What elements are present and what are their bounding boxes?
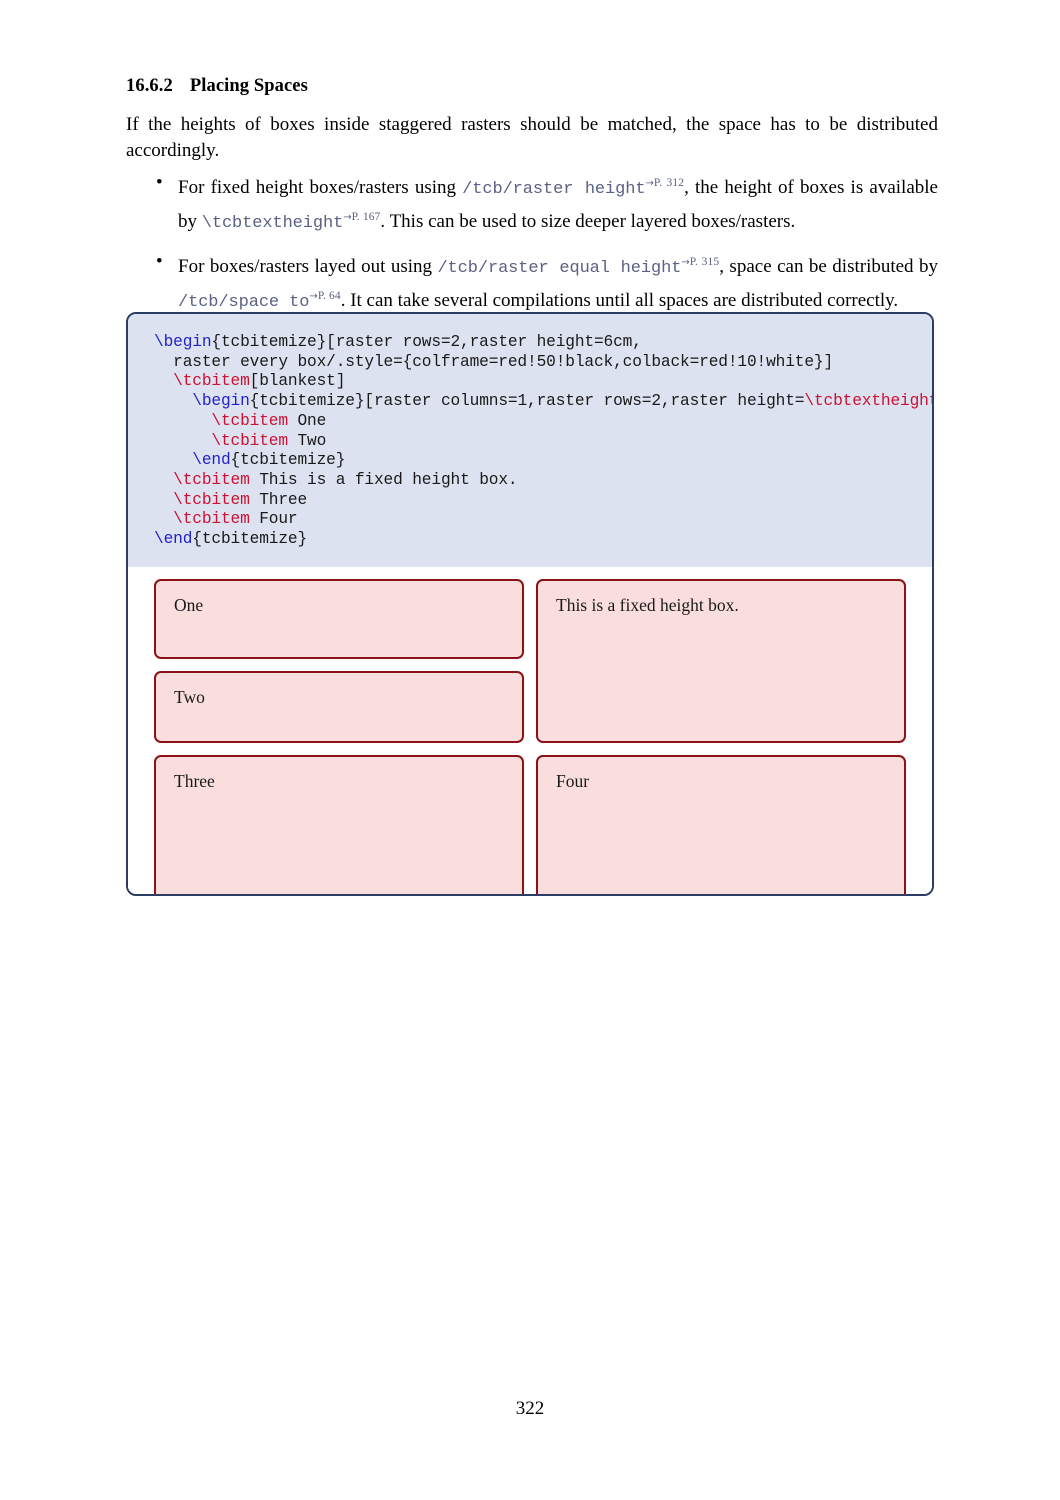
tcb-box-one: One — [154, 578, 524, 659]
bullet-text-part3: . It can take several compilations until… — [340, 290, 899, 311]
example-frame: \begin{tcbitemize}[raster rows=2,raster … — [126, 312, 934, 896]
page-reference-label: P. 312 — [653, 177, 685, 189]
code-token-command: \tcbitem — [173, 490, 250, 509]
code-token-text: {tcbitemize} — [192, 530, 308, 549]
arrow-icon: → — [309, 290, 318, 302]
page-reference-label: P. 315 — [689, 256, 720, 269]
arrow-icon: → — [645, 178, 654, 189]
page-reference[interactable]: →P. 64 — [309, 290, 340, 302]
code-token-command: \tcbitem — [211, 411, 288, 430]
code-token-text: This is a fixed height box. — [249, 470, 518, 489]
section-heading: 16.6.2 Placing Spaces — [126, 76, 308, 97]
code-line: \tcbitem Three — [128, 491, 932, 511]
raster-column-left-bottom: Three — [154, 754, 524, 894]
code-line: \tcbitem[blankest] — [128, 372, 932, 392]
bullet-text-part2: , space can be distributed by — [719, 256, 939, 278]
code-token-command: \tcbtextheight — [804, 392, 934, 411]
code-token-text: Four — [249, 510, 298, 529]
tcb-box-fixed-height: This is a fixed height box. — [536, 578, 906, 743]
code-line: \tcbitem One — [128, 412, 932, 432]
list-item: • For boxes/rasters layed out using /tcb/… — [126, 249, 938, 316]
code-token-command: \tcbitem — [173, 470, 250, 489]
document-page: 16.6.2 Placing Spaces If the heights of b… — [0, 0, 1060, 1500]
list-item: • For fixed height boxes/rasters using /t… — [126, 170, 938, 237]
page-reference[interactable]: →P. 312 — [645, 177, 684, 189]
raster-row-bottom: Three Four — [154, 754, 906, 894]
code-listing: \begin{tcbitemize}[raster rows=2,raster … — [128, 314, 932, 567]
code-token-macro: \begin — [154, 333, 212, 351]
code-token-command: \tcbitem — [173, 372, 250, 391]
bullet-marker: • — [156, 251, 163, 273]
code-token-text: {tcbitemize} — [230, 451, 346, 470]
tcb-box-three: Three — [154, 754, 524, 894]
bullet-text-part3: . This can be used to size deeper layere… — [380, 210, 796, 232]
bullet-text-part1: For boxes/rasters layed out using — [178, 256, 438, 278]
raster-column-right: This is a fixed height box. — [536, 578, 906, 743]
code-token-command: \tcbitem — [211, 431, 288, 450]
page-reference[interactable]: →P. 167 — [343, 211, 380, 223]
intro-paragraph: If the heights of boxes inside staggered… — [126, 114, 938, 161]
code-token-text: One — [287, 411, 327, 430]
code-token-macro: \end — [192, 451, 231, 470]
code-line: \tcbitem This is a fixed height box. — [128, 471, 932, 491]
code-token-text: {tcbitemize}[raster columns=1,raster row… — [249, 392, 805, 411]
code-link-tcbtextheight[interactable]: \tcbtextheight — [202, 214, 344, 233]
code-token-command: \tcbitem — [173, 510, 250, 529]
code-token-text: {tcbitemize}[raster rows=2,raster height… — [211, 333, 642, 351]
arrow-icon: → — [343, 211, 352, 223]
page-reference[interactable]: →P. 315 — [681, 256, 719, 268]
code-line: \begin{tcbitemize}[raster columns=1,rast… — [128, 392, 932, 412]
code-line: \begin{tcbitemize}[raster rows=2,raster … — [128, 333, 932, 353]
result-raster: One Two This is a fixed height box. Thre… — [128, 566, 932, 894]
code-line: \end{tcbitemize} — [128, 451, 932, 471]
arrow-icon: → — [681, 257, 690, 269]
tcb-box-two: Two — [154, 670, 524, 743]
code-token-text: Two — [287, 431, 327, 450]
bullet-marker: • — [156, 172, 163, 193]
code-token-macro: \begin — [192, 392, 250, 411]
code-link-space-to[interactable]: /tcb/space to — [178, 293, 309, 312]
page-reference-label: P. 64 — [317, 289, 341, 302]
code-link-raster-height[interactable]: /tcb/raster height — [462, 180, 645, 199]
code-line: \tcbitem Four — [128, 510, 932, 530]
code-link-raster-equal-height[interactable]: /tcb/raster equal height — [437, 259, 681, 278]
code-token-text: Three — [249, 490, 308, 509]
bullet-text-part1: For fixed height boxes/rasters using — [178, 177, 463, 199]
page-reference-label: P. 167 — [351, 210, 381, 223]
bullet-list: • For fixed height boxes/rasters using /t… — [126, 170, 938, 317]
tcb-box-four: Four — [536, 754, 906, 894]
code-token-text: [blankest] — [249, 372, 346, 391]
code-token-macro: \end — [154, 530, 193, 549]
code-token-text: raster every box/.style={colframe=red!50… — [154, 352, 834, 371]
section-title: Placing Spaces — [189, 76, 308, 96]
code-line: \end{tcbitemize} — [128, 530, 932, 550]
code-line: raster every box/.style={colframe=red!50… — [128, 353, 932, 373]
raster-row-top: One Two This is a fixed height box. — [154, 578, 906, 743]
section-number: 16.6.2 — [126, 76, 173, 96]
page-number: 322 — [515, 1398, 545, 1419]
raster-column-left: One Two — [154, 578, 524, 743]
code-line: \tcbitem Two — [128, 432, 932, 452]
raster-column-right-bottom: Four — [536, 754, 906, 894]
